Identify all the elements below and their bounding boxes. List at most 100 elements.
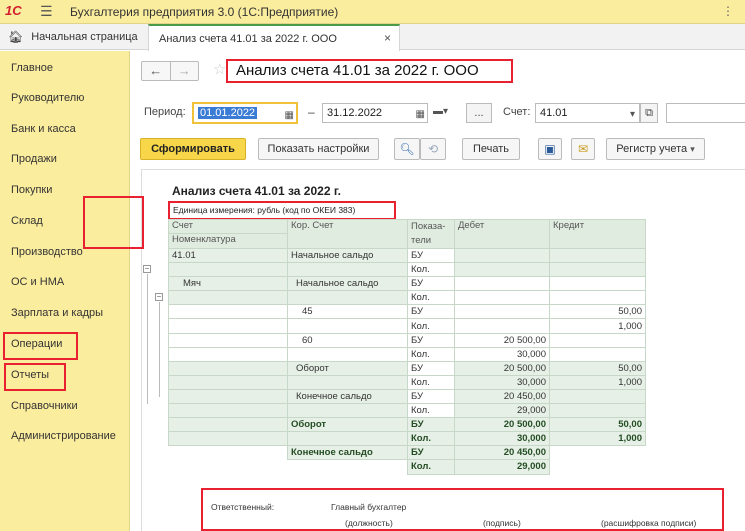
calendar-icon[interactable]: ▦ [416, 106, 425, 124]
register-button[interactable]: Регистр учета ▾ [606, 138, 705, 160]
app-logo: 1С [5, 3, 22, 18]
header-corr-account: Кор. Счет [287, 219, 408, 249]
row-corr [287, 262, 408, 278]
row-debit: 20 450,00 [454, 445, 550, 461]
title-bar: 1С ☰ Бухгалтерия предприятия 3.0 (1С:Пре… [0, 0, 745, 24]
search-icon[interactable]: 🔍︎ [394, 138, 420, 160]
more-options-icon[interactable]: ⋮ [722, 4, 734, 18]
sidebar-item-fixed-assets[interactable]: ОС и НМА [11, 276, 64, 288]
account-field[interactable]: 41.01 ▾ [535, 103, 640, 123]
highlight-account-column [83, 196, 144, 249]
favorite-star-icon[interactable]: ☆ [213, 60, 226, 78]
tree-line [159, 302, 160, 397]
row-credit [549, 403, 646, 419]
email-icon[interactable]: ✉ [571, 138, 595, 160]
table-row: Кол. [168, 262, 646, 278]
search-cancel-icon[interactable]: ⟲ [420, 138, 446, 160]
forward-arrow-icon[interactable]: → [169, 62, 199, 80]
header-account-cell: Счет Номенклатура [168, 219, 288, 249]
row-account [168, 445, 288, 460]
calendar-icon[interactable]: ▦ [285, 107, 294, 125]
account-value: 41.01 [540, 107, 568, 119]
responsible-label: Ответственный: [211, 502, 275, 512]
row-indicator: БУ [407, 332, 455, 348]
sign-caption: (подпись) [483, 518, 521, 528]
sidebar-item-payroll[interactable]: Зарплата и кадры [11, 307, 103, 319]
row-account [168, 290, 288, 306]
row-indicator: БУ [407, 417, 455, 433]
row-indicator: Кол. [407, 290, 455, 306]
home-icon: 🏠︎ [8, 30, 24, 44]
row-debit: 20 500,00 [454, 417, 550, 433]
report-unit: Единица измерения: рубль (код по ОКЕИ 38… [168, 201, 396, 220]
print-button[interactable]: Печать [462, 138, 520, 160]
page-title: Анализ счета 41.01 за 2022 г. ООО [226, 59, 513, 83]
row-corr: Конечное сальдо [287, 388, 408, 405]
sidebar-item-purchases[interactable]: Покупки [11, 184, 52, 196]
back-arrow-icon[interactable]: ← [142, 62, 170, 80]
open-account-icon[interactable]: ⧉ [640, 103, 658, 123]
register-button-label: Регистр учета [616, 143, 688, 155]
sidebar-item-administration[interactable]: Администрирование [11, 430, 116, 442]
row-corr: Оборот [287, 417, 408, 433]
row-account [168, 304, 288, 320]
chevron-down-icon[interactable]: ▾ [630, 106, 635, 124]
organization-field[interactable] [666, 103, 745, 123]
show-settings-button[interactable]: Показать настройки [258, 138, 379, 160]
row-account[interactable]: Мяч [168, 276, 288, 292]
row-indicator: Кол. [407, 318, 455, 334]
save-icon[interactable]: ▣ [538, 138, 562, 160]
row-corr: Начальное сальдо [287, 276, 408, 292]
period-type-icon[interactable]: ▬▾ [433, 106, 448, 117]
sidebar-item-manager[interactable]: Руководителю [11, 92, 84, 104]
sidebar-item-directories[interactable]: Справочники [11, 400, 78, 412]
collapse-group-icon[interactable]: − [143, 265, 151, 273]
sidebar-item-sales[interactable]: Продажи [11, 153, 57, 165]
sidebar-item-production[interactable]: Производство [11, 246, 83, 258]
tab-account-analysis[interactable]: Анализ счета 41.01 за 2022 г. ООО × [148, 24, 400, 51]
row-credit: 50,00 [549, 304, 646, 320]
period-choose-button[interactable]: ... [466, 103, 492, 123]
row-debit [454, 304, 550, 320]
table-row-total: Оборот БУ 20 500,00 50,00 [168, 417, 646, 433]
row-corr: Оборот [287, 360, 408, 376]
report-table: Счет Номенклатура Кор. Счет Показа- тели… [168, 219, 646, 475]
row-credit [549, 346, 646, 362]
close-tab-icon[interactable]: × [384, 31, 391, 45]
generate-button[interactable]: Сформировать [140, 138, 246, 160]
row-credit [549, 388, 646, 405]
table-row-total: Конечное сальдо БУ 20 450,00 [168, 445, 646, 461]
row-indicator: Кол. [407, 459, 455, 475]
row-debit: 29,000 [454, 459, 550, 475]
row-indicator: Кол. [407, 346, 455, 362]
period-to-field[interactable]: 31.12.2022 ▦ [322, 103, 428, 123]
row-account[interactable]: 41.01 [168, 247, 288, 264]
row-account [168, 374, 288, 390]
sidebar: Главное Руководителю Банк и касса Продаж… [0, 51, 130, 531]
row-account [168, 431, 288, 447]
row-debit [454, 276, 550, 292]
period-from-field[interactable]: 01.01.2022 ▦ [192, 102, 298, 124]
row-debit [454, 247, 550, 264]
row-debit [454, 290, 550, 306]
sidebar-item-warehouse[interactable]: Склад [11, 215, 43, 227]
report-sheet: Анализ счета 41.01 за 2022 г. Единица из… [141, 169, 745, 531]
row-debit: 20 450,00 [454, 388, 550, 405]
collapse-subgroup-icon[interactable]: − [155, 293, 163, 301]
row-credit [549, 290, 646, 306]
row-debit: 30,000 [454, 346, 550, 362]
row-corr: Начальное сальдо [287, 247, 408, 264]
header-debit: Дебет [454, 219, 550, 249]
menu-icon[interactable]: ☰ [40, 3, 53, 20]
tree-line [147, 274, 148, 404]
sidebar-item-main[interactable]: Главное [11, 62, 53, 74]
row-credit: 1,000 [549, 374, 646, 390]
sidebar-item-bank[interactable]: Банк и касса [11, 123, 76, 135]
tab-home[interactable]: 🏠︎ Начальная страница [0, 24, 140, 50]
table-row: 60 БУ 20 500,00 [168, 332, 646, 348]
action-toolbar: Сформировать Показать настройки 🔍︎ ⟲ Печ… [131, 137, 745, 161]
row-credit [549, 276, 646, 292]
row-corr [287, 403, 408, 419]
row-debit: 30,000 [454, 374, 550, 390]
tab-home-label: Начальная страница [31, 31, 138, 43]
